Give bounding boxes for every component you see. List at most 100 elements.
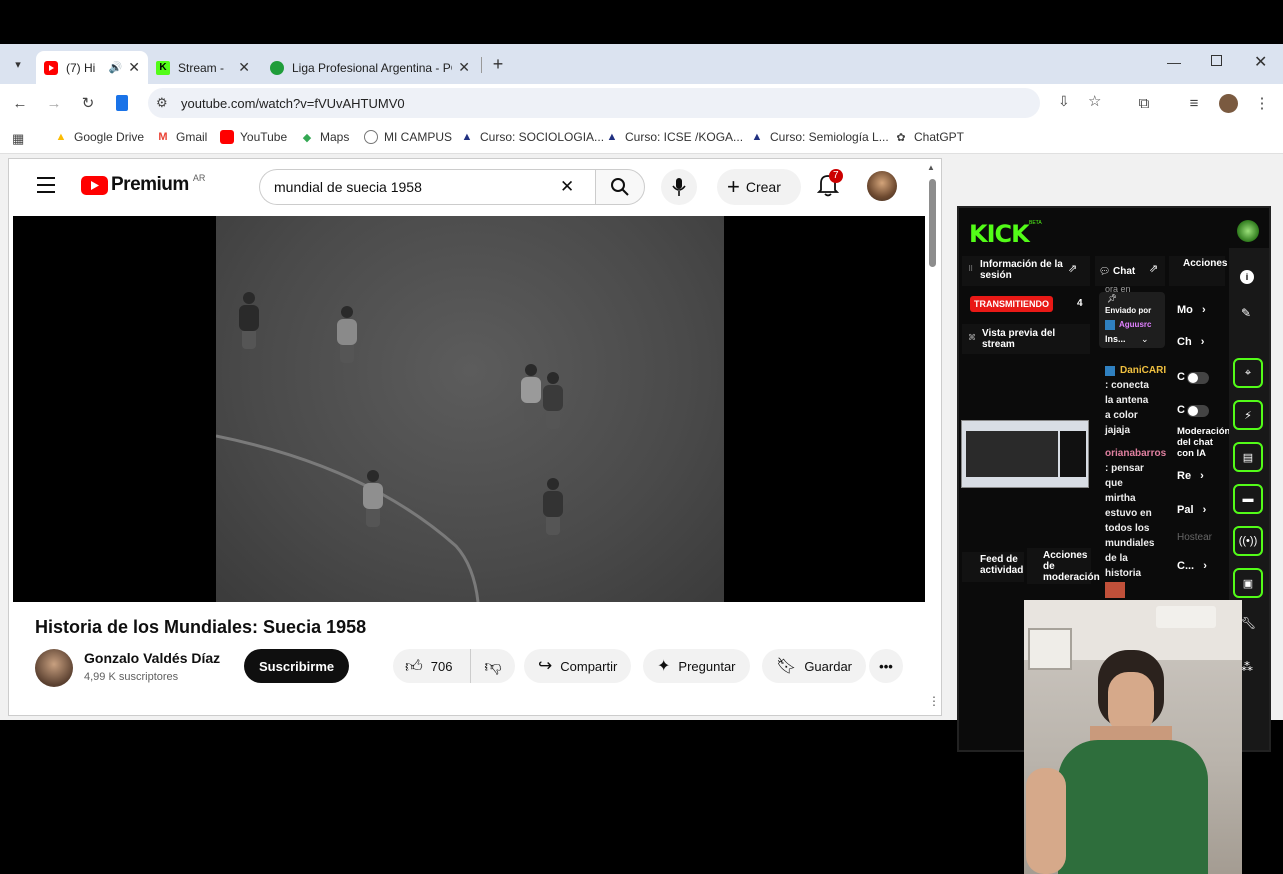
site-settings-icon[interactable]: ⚙ [156, 95, 168, 111]
back-arrow-icon[interactable]: ← [10, 93, 30, 113]
popout-icon[interactable]: ⇗ [1068, 262, 1077, 275]
tab-kick-stream[interactable]: K Stream - ✕ [148, 51, 258, 84]
page-content: Premium AR mundial de suecia 1958 ✕ + Cr… [0, 154, 1283, 874]
close-tab-icon[interactable]: ✕ [128, 59, 140, 76]
share-arrow-icon: ↪ [538, 656, 553, 675]
video-player[interactable] [13, 216, 925, 602]
bookmark-google-drive[interactable]: ▲ Google Drive [54, 130, 144, 144]
bookmark-chatgpt[interactable]: ✿ ChatGPT [894, 130, 964, 144]
activity-feed-header[interactable]: Feed de actividad [962, 552, 1024, 582]
share-button[interactable]: ↪ Compartir [524, 649, 632, 683]
action-toggle[interactable] [1187, 405, 1209, 417]
bookmark-curso-semiologia[interactable]: ▲ Curso: Semiología L... [750, 130, 889, 144]
more-actions-button[interactable]: ••• [869, 649, 903, 683]
chat-header[interactable]: 💬︎ Chat ⇗ [1095, 256, 1165, 286]
youtube-premium-logo[interactable]: Premium AR [81, 173, 205, 196]
bookmark-curso-sociologia[interactable]: ▲ Curso: SOCIOLOGIA... [460, 130, 604, 144]
stream-preview-header[interactable]: Vista previa del stream ⌘ [962, 324, 1090, 354]
apps-grid-icon[interactable]: ▦ [12, 131, 24, 147]
install-app-icon[interactable]: ⇩ [1058, 93, 1070, 110]
menu-kebab-icon[interactable]: ⋮ [1252, 93, 1272, 113]
close-tab-icon[interactable]: ✕ [458, 59, 470, 76]
clip-tool-icon[interactable]: ⌖ [1233, 358, 1263, 388]
extensions-puzzle-icon[interactable]: ⧉ [1134, 93, 1154, 113]
session-info-header[interactable]: Información de la sesión ⇗ ⠿ [962, 256, 1090, 286]
bookmark-maps[interactable]: ◆ Maps [300, 130, 350, 144]
drag-handle-icon[interactable]: ⠿ [968, 265, 973, 273]
action-item[interactable]: Mo › [1177, 304, 1206, 316]
search-input[interactable]: mundial de suecia 1958 ✕ [259, 169, 595, 205]
page-scrollbar[interactable]: ▲ [927, 163, 939, 693]
lightning-icon[interactable]: ⚡︎ [1233, 400, 1263, 430]
chat-message-line: estuvo en [1105, 508, 1152, 519]
search-button[interactable] [595, 169, 645, 205]
chat-icon[interactable]: ▬ [1233, 484, 1263, 514]
bookmark-star-icon[interactable]: ☆ [1088, 92, 1101, 110]
channel-actions-header[interactable]: Acciones de canal [1169, 256, 1227, 286]
tab-search-chevron-icon[interactable]: ▾ [8, 54, 28, 74]
action-item[interactable]: Re › [1177, 470, 1204, 482]
action-item[interactable]: Pal › [1177, 504, 1206, 516]
chat-message-line: que [1105, 478, 1123, 489]
account-avatar[interactable] [867, 171, 897, 201]
action-toggle[interactable] [1187, 372, 1209, 384]
voice-search-button[interactable] [661, 169, 697, 205]
notes-icon[interactable]: ▤ [1233, 442, 1263, 472]
pinned-message[interactable]: 📌︎ Enviado por Aguusrc Ins... ⌄ [1099, 292, 1165, 348]
action-item[interactable]: Ch › [1177, 336, 1204, 348]
kick-user-avatar[interactable] [1237, 220, 1259, 242]
restore-icon[interactable] [1211, 55, 1222, 66]
share-nodes-icon[interactable]: ⁂ [1241, 660, 1253, 674]
action-toggle-label: C [1177, 371, 1185, 383]
subscribe-button[interactable]: Suscribirme [244, 649, 350, 683]
tab-title: Stream - [178, 60, 225, 75]
thumbs-up-icon: 👍︎ [405, 656, 423, 676]
forward-arrow-icon[interactable]: → [44, 93, 64, 113]
new-tab-plus-icon[interactable]: + [487, 53, 509, 75]
extension-pin-icon[interactable] [112, 93, 132, 113]
channel-name[interactable]: Gonzalo Valdés Díaz [84, 650, 220, 666]
clear-search-icon[interactable]: ✕ [560, 177, 574, 197]
bookmark-youtube[interactable]: YouTube [220, 130, 287, 144]
action-item[interactable]: C... › [1177, 560, 1207, 572]
info-icon[interactable]: i [1240, 270, 1254, 284]
player-figure [238, 292, 260, 349]
reload-icon[interactable]: ↻ [78, 93, 98, 113]
mod-actions-header[interactable]: Acciones de moderación [1027, 548, 1100, 584]
kick-logo[interactable]: KICK [969, 220, 1030, 248]
chat-message-line: : conecta [1105, 380, 1149, 391]
viewer-count: 4 [1077, 298, 1083, 309]
tab-liga-profesional[interactable]: Liga Profesional Argentina - PC ✕ [262, 51, 478, 84]
tab-youtube[interactable]: (7) Hi 🔊 ✕ [36, 51, 148, 84]
stream-preview-thumbnail[interactable] [961, 420, 1089, 488]
scrollbar-thumb[interactable] [929, 179, 936, 267]
create-button[interactable]: + Crear [717, 169, 801, 205]
minimize-icon[interactable]: — [1167, 54, 1181, 70]
close-window-icon[interactable]: ✕ [1254, 52, 1267, 72]
address-bar[interactable]: ⚙ youtube.com/watch?v=fVUvAHTUMV0 ⇩ ☆ [148, 88, 1101, 118]
pencil-icon[interactable]: ✎ [1241, 306, 1251, 320]
broadcast-icon[interactable]: ((•)) [1233, 526, 1263, 556]
drag-handle-icon[interactable]: ⌘ [968, 333, 976, 342]
speaker-icon[interactable]: 🔊 [109, 61, 123, 74]
overflow-dots-icon[interactable]: ⋮ [928, 694, 940, 708]
bookmark-curso-icse[interactable]: ▲ Curso: ICSE /KOGA... [605, 130, 743, 144]
bookmark-gmail[interactable]: M Gmail [156, 130, 207, 144]
window-icon[interactable]: ▣ [1233, 568, 1263, 598]
hamburger-menu-icon[interactable] [37, 177, 55, 193]
close-tab-icon[interactable]: ✕ [238, 59, 250, 76]
dislike-button[interactable]: 👎︎ [471, 649, 515, 683]
save-button[interactable]: 🔖︎ Guardar [762, 649, 867, 683]
chat-username[interactable]: orianabarros [1105, 446, 1166, 461]
popout-icon[interactable]: ⇗ [1149, 262, 1158, 275]
bookmark-mi-campus[interactable]: MI CAMPUS [364, 130, 452, 144]
chat-username[interactable]: DaniCARI [1120, 363, 1166, 378]
chevron-down-icon[interactable]: ⌄ [1141, 334, 1149, 345]
wrench-icon[interactable]: 🔧︎ [1241, 616, 1256, 630]
media-control-icon[interactable]: ≡ [1184, 93, 1204, 113]
like-button[interactable]: 👍︎ 706 [393, 649, 471, 683]
profile-avatar[interactable] [1219, 94, 1238, 113]
channel-avatar[interactable] [35, 649, 73, 687]
ask-button[interactable]: ✦ Preguntar [643, 649, 750, 683]
notifications-button[interactable]: 7 [816, 169, 843, 199]
